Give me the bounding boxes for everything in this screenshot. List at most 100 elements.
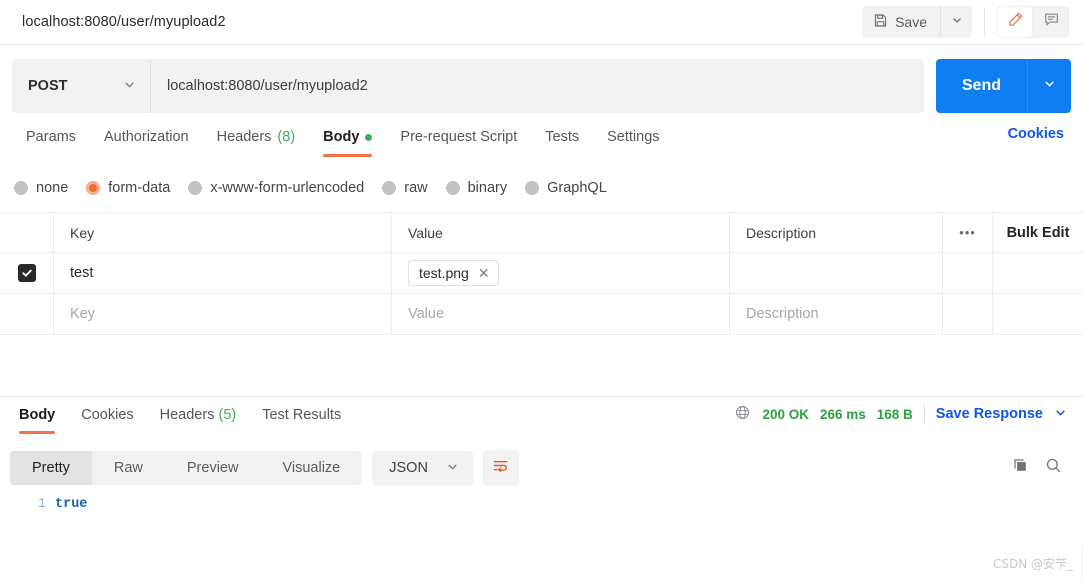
tab-body[interactable]: Body [309,126,386,157]
http-method-dropdown[interactable]: POST [12,59,151,113]
word-wrap-button[interactable] [482,450,519,486]
response-status-bar: 200 OK 266 ms 168 B Save Response [734,404,1083,424]
response-time: 266 ms [819,406,866,422]
chevron-down-icon[interactable] [1054,406,1067,422]
header-description-label: Description [746,224,817,241]
title-bar-actions: Save [862,6,1083,38]
radio-none[interactable]: none [14,180,68,196]
row-checkbox[interactable] [17,264,36,282]
header-value-label: Value [408,224,443,241]
tab-pre-request-script-label: Pre-request Script [400,129,518,145]
url-bar: POST localhost:8080/user/myupload2 Send [0,55,1083,117]
url-value: localhost:8080/user/myupload2 [167,78,368,94]
view-mode-visualize[interactable]: Visualize [260,451,362,485]
tab-headers[interactable]: Headers (8) [203,126,310,148]
chevron-down-icon [123,78,136,95]
save-button[interactable]: Save [862,6,941,38]
header-key-label: Key [70,224,95,241]
tab-pre-request-script[interactable]: Pre-request Script [386,126,531,148]
title-bar: localhost:8080/user/myupload2 Save [0,0,1083,45]
radio-graphql-label: GraphQL [547,180,607,196]
response-viewer-actions [1011,456,1083,480]
tab-settings[interactable]: Settings [593,126,673,148]
response-tabs: Body Cookies Headers (5) Test Results 20… [0,404,1083,438]
radio-raw[interactable]: raw [382,180,428,196]
send-button[interactable]: Send [935,59,1027,113]
radio-indicator-icon [86,181,101,195]
file-chip[interactable]: test.png ✕ [408,260,499,286]
radio-indicator-icon [445,181,460,195]
radio-form-data[interactable]: form-data [86,180,170,196]
empty-row-value-input[interactable]: Value [392,294,730,334]
view-mode-raw[interactable]: Raw [92,451,165,485]
view-mode-preview[interactable]: Preview [165,451,261,485]
radio-binary-label: binary [467,180,508,196]
radio-graphql[interactable]: GraphQL [525,180,607,196]
globe-icon [734,404,751,424]
comments-button[interactable] [1033,6,1069,38]
response-tab-headers-label: Headers [159,407,215,423]
header-cell-value: Value [392,213,730,252]
response-tab-headers[interactable]: Headers (5) [147,404,250,426]
url-input[interactable]: localhost:8080/user/myupload2 [151,59,924,113]
response-tab-cookies[interactable]: Cookies [68,404,146,426]
comment-icon [1043,11,1060,33]
close-icon[interactable]: ✕ [478,266,490,280]
chevron-down-icon [951,13,963,31]
row-options-cell [943,253,993,293]
empty-row-description-input[interactable]: Description [730,294,943,334]
copy-icon[interactable] [1011,456,1030,480]
response-format-value: JSON [389,460,428,476]
empty-row-value-placeholder: Value [408,306,445,322]
response-status-code: 200 OK [762,406,809,422]
response-tab-test-results-label: Test Results [262,407,342,423]
radio-indicator-icon [525,181,540,195]
row-key-input[interactable]: test [54,253,392,293]
empty-row-key-placeholder: Key [70,306,95,322]
row-description-input[interactable] [730,253,943,293]
row-value-cell: test.png ✕ [392,253,730,293]
radio-raw-label: raw [404,180,428,196]
form-data-table: Key Value Description ••• Bulk Edit test… [0,212,1083,335]
empty-row-description-placeholder: Description [746,306,819,322]
table-empty-row: Key Value Description [0,294,1083,335]
empty-row-key-input[interactable]: Key [54,294,392,334]
response-body-viewer[interactable]: 1 true [0,497,1083,557]
tab-tests[interactable]: Tests [531,126,593,148]
response-tab-headers-count: (5) [218,407,237,423]
row-select-cell [0,253,54,293]
tab-authorization-label: Authorization [103,129,189,145]
header-cell-select [0,213,54,252]
search-icon[interactable] [1044,456,1063,480]
save-response-button[interactable]: Save Response [936,406,1043,422]
save-options-button[interactable] [941,6,972,38]
tab-params[interactable]: Params [12,126,90,148]
tab-authorization[interactable]: Authorization [90,126,203,148]
radio-indicator-icon [14,181,28,195]
radio-indicator-icon [382,181,397,195]
word-wrap-icon [491,456,510,480]
row-key-value: test [70,265,94,281]
radio-binary[interactable]: binary [445,180,508,196]
response-panel-divider[interactable] [0,396,1083,397]
table-options-button[interactable]: ••• [943,213,993,252]
view-mode-pretty[interactable]: Pretty [10,451,92,485]
response-tab-body[interactable]: Body [6,404,68,434]
bulk-edit-label: Bulk Edit [1006,224,1070,241]
response-viewer-toolbar: Pretty Raw Preview Visualize JSON [0,449,1083,487]
header-cell-description: Description [730,213,943,252]
bulk-edit-button[interactable]: Bulk Edit [993,213,1083,252]
table-header-row: Key Value Description ••• Bulk Edit [0,212,1083,253]
response-tab-test-results[interactable]: Test Results [249,404,354,426]
edit-mode-button[interactable] [997,6,1033,38]
send-options-button[interactable] [1027,59,1071,113]
radio-x-www-form-urlencoded[interactable]: x-www-form-urlencoded [188,180,364,196]
cookies-link[interactable]: Cookies [1008,126,1083,142]
file-chip-name: test.png [419,265,469,281]
response-format-dropdown[interactable]: JSON [372,450,473,486]
tab-tests-label: Tests [545,129,580,145]
radio-x-www-form-urlencoded-label: x-www-form-urlencoded [210,180,365,196]
response-size: 168 B [876,406,913,422]
view-mode-segment: Pretty Raw Preview Visualize [10,451,363,485]
save-button-group: Save [862,6,972,38]
